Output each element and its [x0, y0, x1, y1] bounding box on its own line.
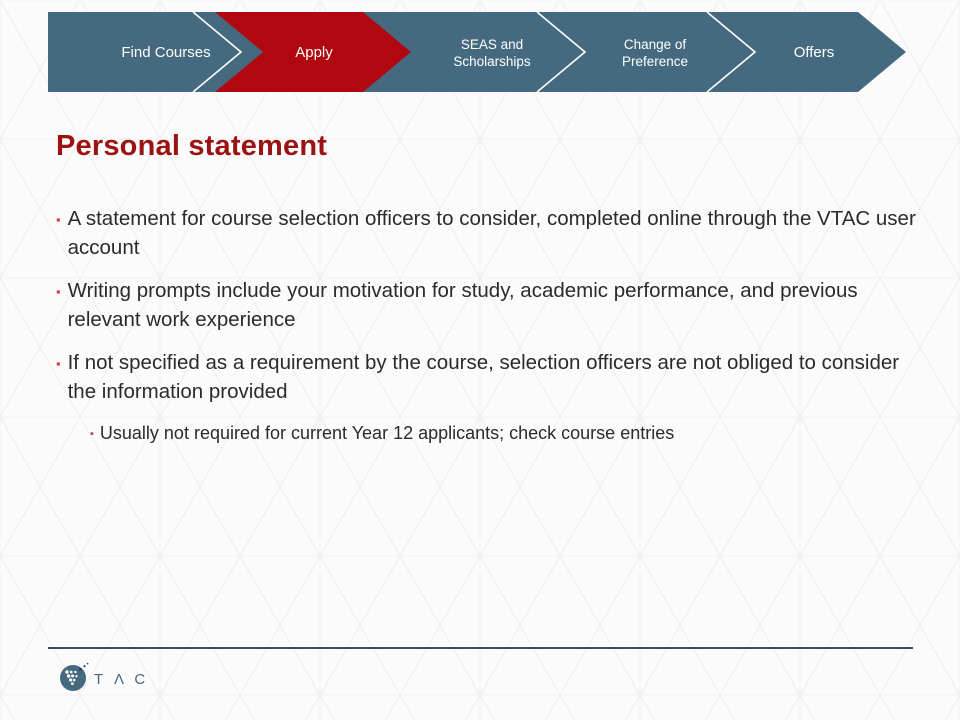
- process-step-label-line2: Scholarships: [453, 54, 531, 69]
- bullet-marker-icon: ▪: [56, 212, 61, 227]
- process-step-label: Apply: [295, 44, 333, 61]
- bullet-list: ▪ A statement for course selection offic…: [56, 204, 916, 460]
- process-step-label-line1: Change of: [624, 37, 687, 52]
- process-step-banner: Find Courses Apply SEAS and Scholarships…: [48, 12, 906, 92]
- sub-list-item: ▪ Usually not required for current Year …: [90, 420, 916, 446]
- slide-canvas: Find Courses Apply SEAS and Scholarships…: [0, 0, 960, 720]
- logo-circle-icon: [60, 665, 86, 691]
- logo-wordmark: T Λ C: [94, 671, 149, 688]
- bullet-marker-icon: ▪: [90, 428, 94, 440]
- process-step-label: Find Courses: [121, 44, 210, 61]
- list-item: ▪ A statement for course selection offic…: [56, 204, 916, 262]
- bullet-marker-icon: ▪: [56, 284, 61, 299]
- process-step-label-line1: SEAS and: [461, 37, 523, 52]
- bullet-marker-icon: ▪: [56, 356, 61, 371]
- page-title: Personal statement: [56, 130, 328, 162]
- sub-list-item-text: Usually not required for current Year 12…: [99, 423, 675, 443]
- logo-spark-dots-icon: [79, 662, 89, 671]
- list-item-text: Writing prompts include your motivation …: [67, 279, 858, 331]
- list-item-text: If not specified as a requirement by the…: [67, 351, 900, 403]
- list-item: ▪ Writing prompts include your motivatio…: [56, 276, 916, 334]
- process-step-label: Offers: [794, 44, 835, 61]
- process-step-label-line2: Preference: [622, 54, 688, 69]
- process-step-offers[interactable]: Offers: [794, 44, 835, 61]
- list-item: ▪ If not specified as a requirement by t…: [56, 348, 916, 406]
- process-step-find-courses[interactable]: Find Courses: [121, 44, 210, 61]
- footer-divider: [48, 647, 913, 649]
- list-item-text: A statement for course selection officer…: [67, 207, 916, 259]
- vtac-logo: T Λ C: [58, 661, 158, 693]
